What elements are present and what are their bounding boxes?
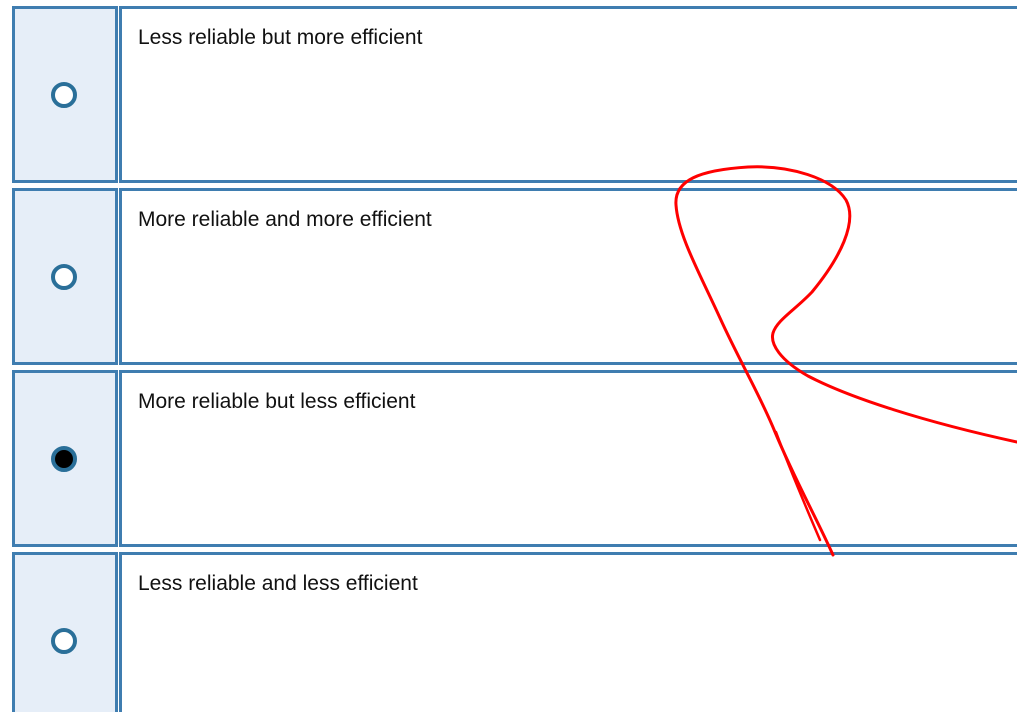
radio-button-unselected[interactable] xyxy=(51,264,77,290)
answer-label: More reliable and more efficient xyxy=(138,208,432,231)
radio-button-unselected[interactable] xyxy=(51,82,77,108)
radio-button-unselected[interactable] xyxy=(51,628,77,654)
answer-label: Less reliable and less efficient xyxy=(138,572,418,595)
answer-option-1[interactable]: Less reliable but more efficient xyxy=(12,6,1017,183)
answer-text-cell[interactable]: More reliable but less efficient xyxy=(119,370,1017,547)
answer-text-cell[interactable]: More reliable and more efficient xyxy=(119,188,1017,365)
answer-label: More reliable but less efficient xyxy=(138,390,416,413)
answer-option-2[interactable]: More reliable and more efficient xyxy=(12,188,1017,365)
radio-cell[interactable] xyxy=(12,552,118,712)
answer-option-3[interactable]: More reliable but less efficient xyxy=(12,370,1017,547)
radio-cell[interactable] xyxy=(12,6,118,183)
radio-cell[interactable] xyxy=(12,188,118,365)
answer-label: Less reliable but more efficient xyxy=(138,26,423,49)
answer-text-cell[interactable]: Less reliable and less efficient xyxy=(119,552,1017,712)
answer-option-4[interactable]: Less reliable and less efficient xyxy=(12,552,1017,712)
radio-button-selected[interactable] xyxy=(51,446,77,472)
radio-cell[interactable] xyxy=(12,370,118,547)
answer-text-cell[interactable]: Less reliable but more efficient xyxy=(119,6,1017,183)
